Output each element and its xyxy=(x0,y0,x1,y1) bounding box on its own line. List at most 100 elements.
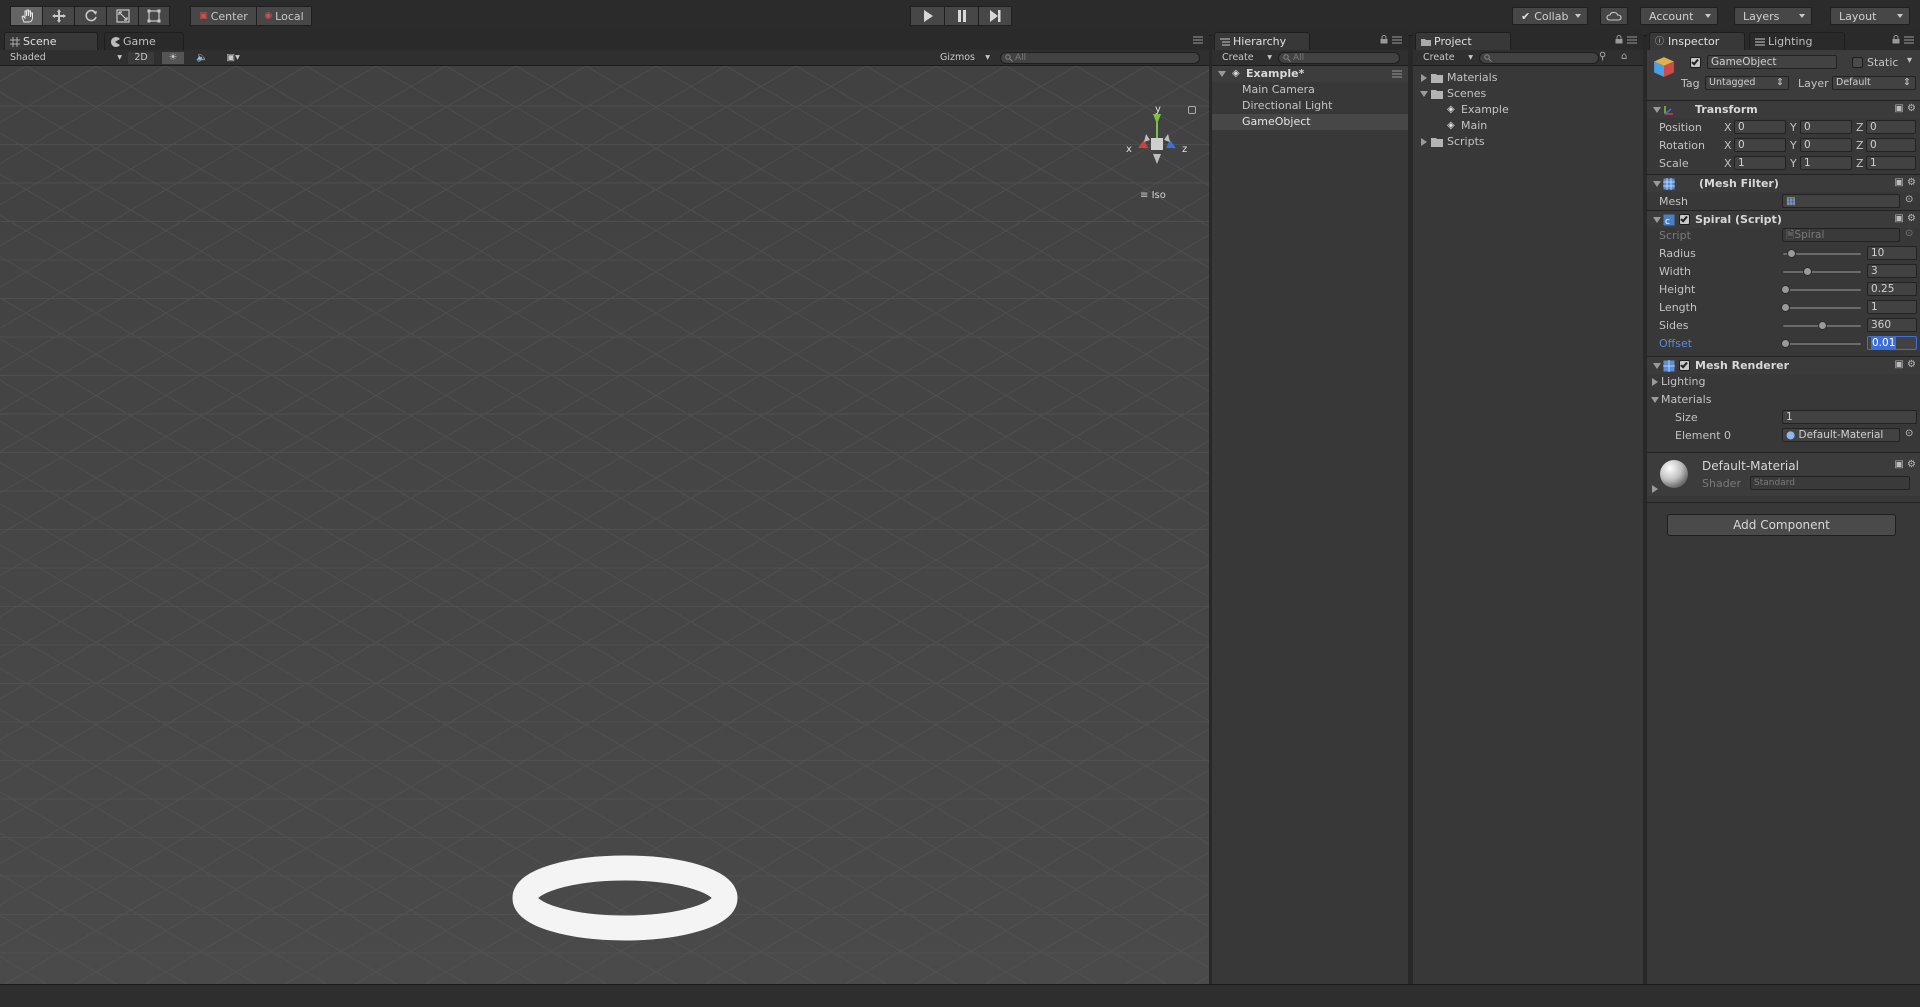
hand-tool-button[interactable] xyxy=(10,6,42,26)
pivot-center-button[interactable]: ▣ Center xyxy=(190,6,256,26)
rotation-x-field[interactable]: 0 xyxy=(1734,138,1786,152)
add-component-button[interactable]: Add Component xyxy=(1667,514,1896,536)
scene-viewport[interactable]: y x z ≡ Iso xyxy=(0,66,1209,984)
gizmos-dropdown[interactable]: Gizmos ▾ xyxy=(940,52,990,64)
move-tool-button[interactable] xyxy=(42,6,74,26)
step-button[interactable] xyxy=(978,6,1012,26)
rect-tool-button[interactable] xyxy=(138,6,170,26)
orientation-gizmo[interactable]: y x z xyxy=(1124,104,1190,178)
component-help-and-settings-icons[interactable]: ▣ ⚙ xyxy=(1892,213,1916,225)
width-slider-track[interactable] xyxy=(1783,271,1861,273)
projection-toggle[interactable]: ≡ Iso xyxy=(1140,190,1166,201)
component-help-and-settings-icons[interactable]: ▣ ⚙ xyxy=(1892,359,1916,371)
length-slider-track[interactable] xyxy=(1783,307,1861,309)
materials-size-field[interactable]: 1 xyxy=(1782,410,1917,424)
toggle-2d-button[interactable]: 2D xyxy=(128,52,154,64)
rotation-z-field[interactable]: 0 xyxy=(1866,138,1916,152)
fold-right-icon[interactable] xyxy=(1421,138,1427,146)
offset-field[interactable]: 0.01 xyxy=(1867,336,1917,350)
component-help-and-settings-icons[interactable]: ▣ ⚙ xyxy=(1892,459,1916,471)
offset-slider-track[interactable] xyxy=(1783,343,1861,345)
static-chevron-icon[interactable]: ▾ xyxy=(1907,55,1912,66)
object-name-field[interactable]: GameObject xyxy=(1707,55,1837,69)
pivot-space-button[interactable]: ◉ Local xyxy=(256,6,312,26)
tab-hierarchy[interactable]: Hierarchy xyxy=(1214,32,1310,50)
scene-effects-dropdown[interactable]: ▣▾ xyxy=(220,52,246,64)
height-slider-track[interactable] xyxy=(1783,289,1861,291)
scene-lighting-toggle[interactable]: ☀ xyxy=(162,52,184,64)
tab-game[interactable]: Game xyxy=(104,32,184,50)
hierarchy-search-input[interactable]: All xyxy=(1278,52,1400,64)
hierarchy-item[interactable]: Directional Light xyxy=(1212,98,1408,114)
offset-slider-knob[interactable] xyxy=(1781,339,1790,348)
project-search-input[interactable] xyxy=(1479,52,1599,64)
transform-header[interactable]: Transform ▣ ⚙ xyxy=(1647,100,1920,118)
scene-lock-icon[interactable] xyxy=(1188,106,1196,114)
project-asset-main[interactable]: ◈ Main xyxy=(1413,118,1643,134)
scale-z-field[interactable]: 1 xyxy=(1866,156,1916,170)
sides-field[interactable]: 360 xyxy=(1867,318,1917,332)
fold-down-icon[interactable] xyxy=(1653,363,1661,369)
layers-dropdown[interactable]: Layers xyxy=(1734,7,1812,25)
filter-by-type-icon[interactable]: ⚲ xyxy=(1599,51,1606,62)
shading-mode-dropdown[interactable]: Shaded ▾ xyxy=(10,52,122,64)
fold-down-icon[interactable] xyxy=(1218,71,1226,77)
object-picker-icon[interactable]: ⊙ xyxy=(1905,428,1913,439)
width-slider-knob[interactable] xyxy=(1803,267,1813,276)
spiral-enabled-checkbox[interactable] xyxy=(1679,214,1690,225)
collab-dropdown[interactable]: ✔ Collab xyxy=(1512,7,1588,25)
layer-dropdown[interactable]: Default ⇕ xyxy=(1832,76,1916,90)
tab-scene[interactable]: Scene xyxy=(4,32,98,50)
active-checkbox[interactable] xyxy=(1690,57,1701,68)
mesh-object-field[interactable]: ▦ xyxy=(1782,194,1900,208)
mesh-filter-header[interactable]: (Mesh Filter) ▣ ⚙ xyxy=(1647,174,1920,192)
scene-root-row[interactable]: ◈ Example* xyxy=(1212,66,1408,82)
panel-menu-icon[interactable] xyxy=(1392,36,1402,44)
fold-down-icon[interactable] xyxy=(1651,397,1659,403)
element0-object-field[interactable]: ● Default-Material xyxy=(1782,428,1900,442)
component-help-and-settings-icons[interactable]: ▣ ⚙ xyxy=(1892,177,1916,189)
pause-button[interactable] xyxy=(944,6,978,26)
lighting-foldout-label[interactable]: Lighting xyxy=(1661,375,1705,388)
fold-right-icon[interactable] xyxy=(1421,74,1427,82)
height-slider-knob[interactable] xyxy=(1781,285,1790,294)
project-folder-scenes[interactable]: Scenes xyxy=(1413,86,1643,102)
tab-inspector[interactable]: ⓘ Inspector xyxy=(1649,32,1745,50)
tab-lighting[interactable]: Lighting xyxy=(1749,32,1845,50)
play-button[interactable] xyxy=(910,6,944,26)
cloud-button[interactable] xyxy=(1600,7,1628,25)
fold-right-icon[interactable] xyxy=(1652,378,1658,386)
length-field[interactable]: 1 xyxy=(1867,300,1917,314)
radius-slider-knob[interactable] xyxy=(1786,249,1796,258)
project-create-dropdown[interactable]: Create ▾ xyxy=(1423,52,1473,64)
position-z-field[interactable]: 0 xyxy=(1866,120,1916,134)
fold-right-icon[interactable] xyxy=(1652,485,1658,493)
scale-y-field[interactable]: 1 xyxy=(1800,156,1852,170)
hierarchy-create-dropdown[interactable]: Create ▾ xyxy=(1222,52,1272,64)
position-y-field[interactable]: 0 xyxy=(1800,120,1852,134)
fold-down-icon[interactable] xyxy=(1420,91,1428,97)
component-help-and-settings-icons[interactable]: ▣ ⚙ xyxy=(1892,103,1916,115)
rotation-y-field[interactable]: 0 xyxy=(1800,138,1852,152)
hierarchy-item[interactable]: Main Camera xyxy=(1212,82,1408,98)
fold-down-icon[interactable] xyxy=(1653,181,1661,187)
project-folder-materials[interactable]: Materials xyxy=(1413,70,1643,86)
mesh-renderer-enabled-checkbox[interactable] xyxy=(1679,360,1690,371)
length-slider-knob[interactable] xyxy=(1781,303,1790,312)
row-menu-icon[interactable] xyxy=(1392,70,1402,78)
width-field[interactable]: 3 xyxy=(1867,264,1917,278)
scene-audio-toggle[interactable]: 🔈 xyxy=(192,52,212,64)
rotate-tool-button[interactable] xyxy=(74,6,106,26)
account-dropdown[interactable]: Account xyxy=(1640,7,1718,25)
scene-search-input[interactable]: All xyxy=(1000,52,1200,64)
panel-menu-icon[interactable] xyxy=(1627,36,1637,44)
fold-down-icon[interactable] xyxy=(1653,217,1661,223)
spiral-script-header[interactable]: c Spiral (Script) ▣ ⚙ xyxy=(1647,210,1920,228)
tag-dropdown[interactable]: Untagged ⇕ xyxy=(1705,76,1789,90)
height-field[interactable]: 0.25 xyxy=(1867,282,1917,296)
sides-slider-knob[interactable] xyxy=(1818,321,1827,330)
scale-x-field[interactable]: 1 xyxy=(1734,156,1786,170)
mesh-renderer-header[interactable]: Mesh Renderer ▣ ⚙ xyxy=(1647,356,1920,374)
object-picker-icon[interactable]: ⊙ xyxy=(1905,194,1913,205)
static-checkbox[interactable] xyxy=(1852,57,1863,68)
